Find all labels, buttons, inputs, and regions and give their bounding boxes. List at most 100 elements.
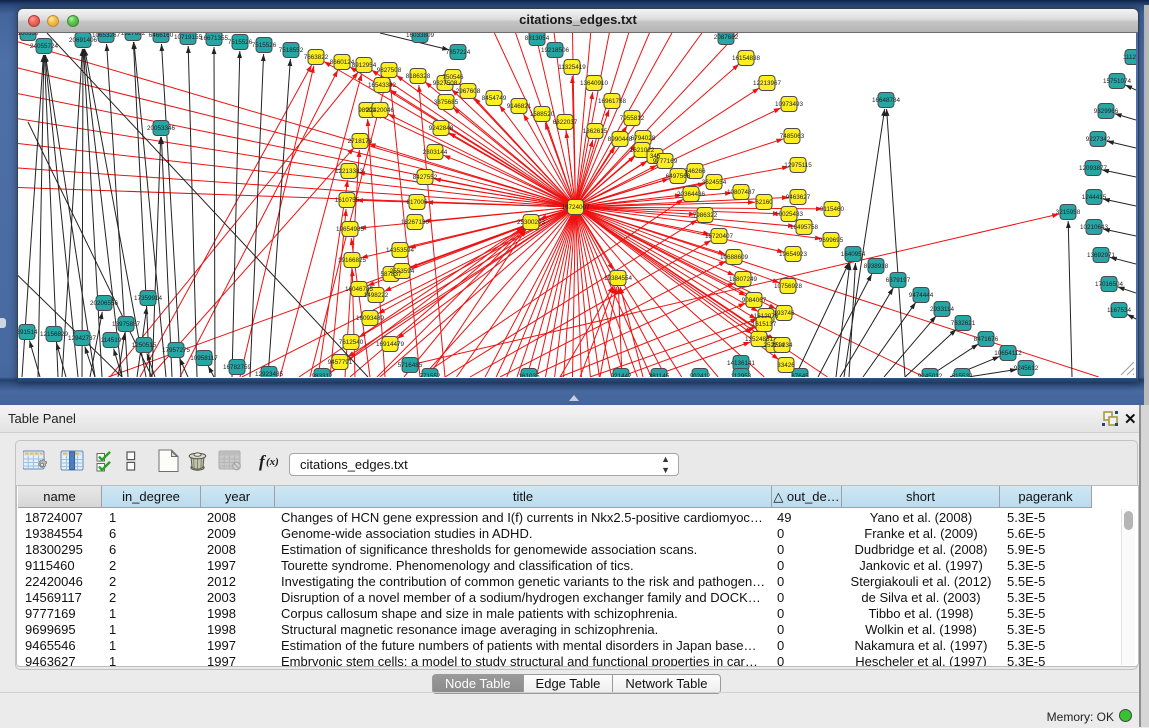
svg-text:111275: 111275 [1123, 54, 1136, 61]
svg-text:9329966: 9329966 [1094, 108, 1119, 115]
svg-text:10653267: 10653267 [92, 33, 121, 39]
svg-text:12093877: 12093877 [1079, 165, 1108, 172]
svg-text:7986322: 7986322 [693, 212, 718, 219]
svg-text:18724007: 18724007 [561, 204, 590, 211]
svg-text:16495758: 16495758 [790, 224, 819, 231]
svg-text:87645: 87645 [791, 373, 809, 377]
svg-text:16671355: 16671355 [200, 35, 229, 42]
svg-text:16961758: 16961758 [598, 98, 627, 105]
svg-text:10756928: 10756928 [774, 283, 803, 290]
svg-text:6466160: 6466160 [149, 33, 174, 39]
svg-text:14136141: 14136141 [727, 360, 756, 367]
svg-text:10025433: 10025433 [775, 211, 804, 218]
svg-text:2967608: 2967608 [456, 88, 481, 95]
svg-text:20053346: 20053346 [147, 125, 176, 132]
svg-text:1498222: 1498222 [364, 292, 389, 299]
svg-text:19218506: 19218506 [541, 47, 570, 54]
svg-text:2933114: 2933114 [930, 306, 955, 313]
svg-text:16914479: 16914479 [376, 341, 405, 348]
svg-text:817006: 817006 [406, 199, 428, 206]
svg-text:8454749: 8454749 [482, 95, 507, 102]
svg-text:19384554: 19384554 [604, 275, 633, 282]
svg-text:9242848: 9242848 [429, 125, 454, 132]
svg-text:6379197: 6379197 [886, 277, 911, 284]
svg-text:20364436: 20364436 [677, 191, 706, 198]
svg-text:114519: 114519 [101, 337, 122, 344]
svg-text:16782759: 16782759 [223, 364, 252, 371]
svg-text:12923485: 12923485 [255, 371, 284, 377]
svg-text:3875685: 3875685 [434, 99, 459, 106]
svg-text:3215958: 3215958 [1056, 209, 1081, 216]
svg-text:381145: 381145 [649, 373, 670, 377]
svg-text:160338: 160338 [18, 33, 39, 37]
svg-text:62160: 62160 [755, 199, 773, 206]
svg-text:7515526: 7515526 [228, 39, 253, 46]
svg-text:17016504: 17016504 [1095, 281, 1124, 288]
svg-text:1640954: 1640954 [841, 251, 866, 258]
svg-text:9463627: 9463627 [786, 194, 811, 201]
svg-text:16154838: 16154838 [732, 55, 761, 62]
svg-text:9084067: 9084067 [742, 297, 767, 304]
svg-text:20206556: 20206556 [90, 300, 119, 307]
svg-text:8990448: 8990448 [608, 136, 633, 143]
svg-text:5716485: 5716485 [398, 362, 423, 369]
svg-text:16033809: 16033809 [406, 33, 435, 39]
svg-text:22420046: 22420046 [366, 107, 395, 114]
svg-text:16093489: 16093489 [356, 315, 385, 322]
svg-text:19166825: 19166825 [338, 257, 367, 264]
svg-text:9457791: 9457791 [328, 359, 353, 366]
svg-text:12975115: 12975115 [784, 162, 812, 169]
svg-text:746266: 746266 [684, 168, 706, 175]
svg-text:9115460: 9115460 [820, 206, 845, 213]
svg-text:9777169: 9777169 [653, 158, 678, 165]
svg-text:1610755: 1610755 [335, 197, 360, 204]
svg-text:6794028: 6794028 [631, 135, 656, 142]
svg-text:2553594: 2553594 [390, 268, 415, 275]
svg-text:2718176: 2718176 [348, 138, 373, 145]
svg-text:193746: 193746 [773, 310, 795, 317]
svg-text:(x): (x) [266, 456, 279, 468]
svg-text:12942737: 12942737 [68, 335, 97, 342]
svg-text:8813054: 8813054 [525, 35, 550, 42]
svg-text:7632621: 7632621 [951, 320, 976, 327]
svg-text:8912954: 8912954 [352, 62, 377, 69]
svg-text:771552: 771552 [419, 373, 441, 377]
svg-text:7612540: 7612540 [339, 339, 364, 346]
svg-text:9245012: 9245012 [918, 373, 943, 377]
svg-text:17359914: 17359914 [134, 295, 163, 302]
svg-text:252234: 252234 [771, 342, 793, 349]
svg-text:2803144: 2803144 [423, 149, 448, 156]
svg-text:12156829: 12156829 [40, 331, 69, 338]
svg-text:15720407: 15720407 [705, 233, 734, 240]
svg-text:13640910: 13640910 [580, 80, 609, 87]
svg-text:3624554: 3624554 [702, 179, 727, 186]
svg-text:6322037: 6322037 [553, 119, 578, 126]
svg-text:9699695: 9699695 [819, 237, 844, 244]
svg-text:10807487: 10807487 [727, 189, 756, 196]
svg-text:7955812: 7955812 [620, 115, 645, 122]
svg-text:8427552: 8427552 [413, 174, 438, 181]
svg-text:8938918: 8938918 [864, 263, 889, 270]
svg-text:14353594: 14353594 [386, 247, 415, 254]
svg-text:7515526: 7515526 [252, 42, 277, 49]
svg-text:25300203: 25300203 [517, 219, 546, 226]
svg-text:750546: 750546 [442, 74, 464, 81]
svg-text:10958117: 10958117 [190, 355, 218, 362]
svg-text:18267130: 18267130 [401, 219, 430, 226]
svg-text:10973493: 10973493 [775, 101, 804, 108]
svg-text:10654112: 10654112 [994, 350, 1022, 357]
svg-text:19654985: 19654985 [336, 226, 365, 233]
svg-text:1362615: 1362615 [583, 128, 608, 135]
svg-text:12213383: 12213383 [335, 168, 364, 175]
svg-text:7485063: 7485063 [780, 133, 805, 140]
svg-text:16543382: 16543382 [368, 82, 397, 89]
svg-text:18807249: 18807249 [729, 276, 758, 283]
svg-text:1167534: 1167534 [1107, 307, 1132, 314]
svg-text:10688609: 10688609 [720, 254, 749, 261]
svg-text:1327602: 1327602 [121, 33, 146, 37]
svg-text:13975887: 13975887 [112, 321, 141, 328]
svg-text:19654923: 19654923 [779, 251, 808, 258]
svg-text:1615137: 1615137 [752, 321, 777, 328]
svg-text:8471676: 8471676 [974, 336, 999, 343]
svg-text:391514: 391514 [18, 329, 38, 336]
